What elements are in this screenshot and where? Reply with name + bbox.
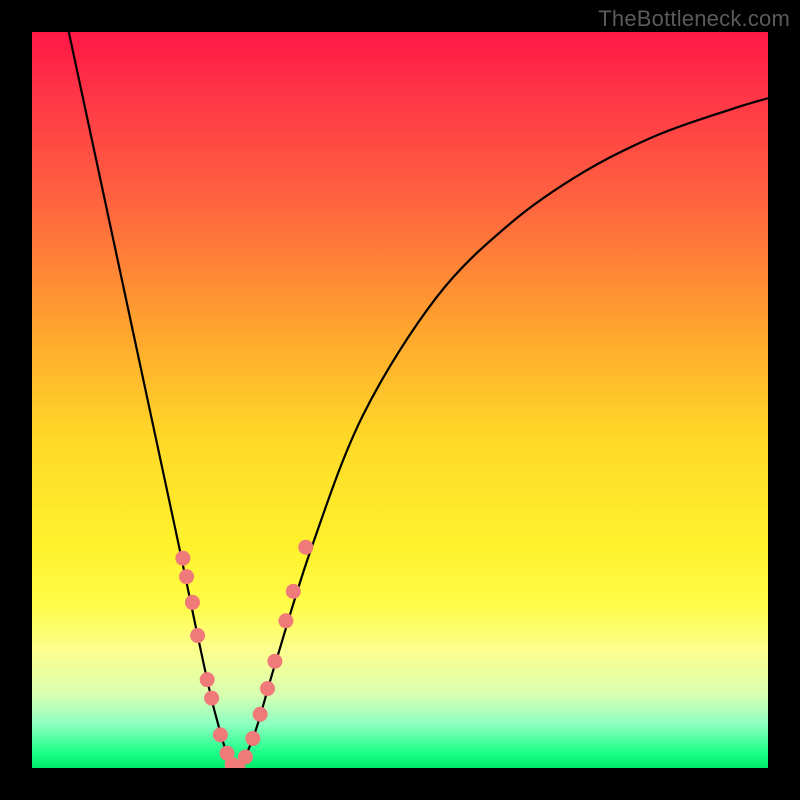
data-point-marker bbox=[238, 749, 253, 764]
chart-frame: TheBottleneck.com bbox=[0, 0, 800, 800]
data-point-marker bbox=[204, 691, 219, 706]
data-point-marker bbox=[253, 707, 268, 722]
data-point-marker bbox=[175, 551, 190, 566]
data-point-marker bbox=[298, 540, 313, 555]
bottleneck-curve bbox=[69, 32, 768, 768]
data-point-marker bbox=[179, 569, 194, 584]
watermark-label: TheBottleneck.com bbox=[598, 6, 790, 32]
data-point-marker bbox=[213, 727, 228, 742]
data-point-marker bbox=[278, 613, 293, 628]
data-point-marker bbox=[260, 681, 275, 696]
plot-area bbox=[32, 32, 768, 768]
data-point-marker bbox=[267, 654, 282, 669]
bottleneck-curve-svg bbox=[32, 32, 768, 768]
data-point-marker bbox=[286, 584, 301, 599]
data-point-marker bbox=[185, 595, 200, 610]
data-point-marker bbox=[245, 731, 260, 746]
data-point-marker bbox=[190, 628, 205, 643]
data-point-marker bbox=[200, 672, 215, 687]
